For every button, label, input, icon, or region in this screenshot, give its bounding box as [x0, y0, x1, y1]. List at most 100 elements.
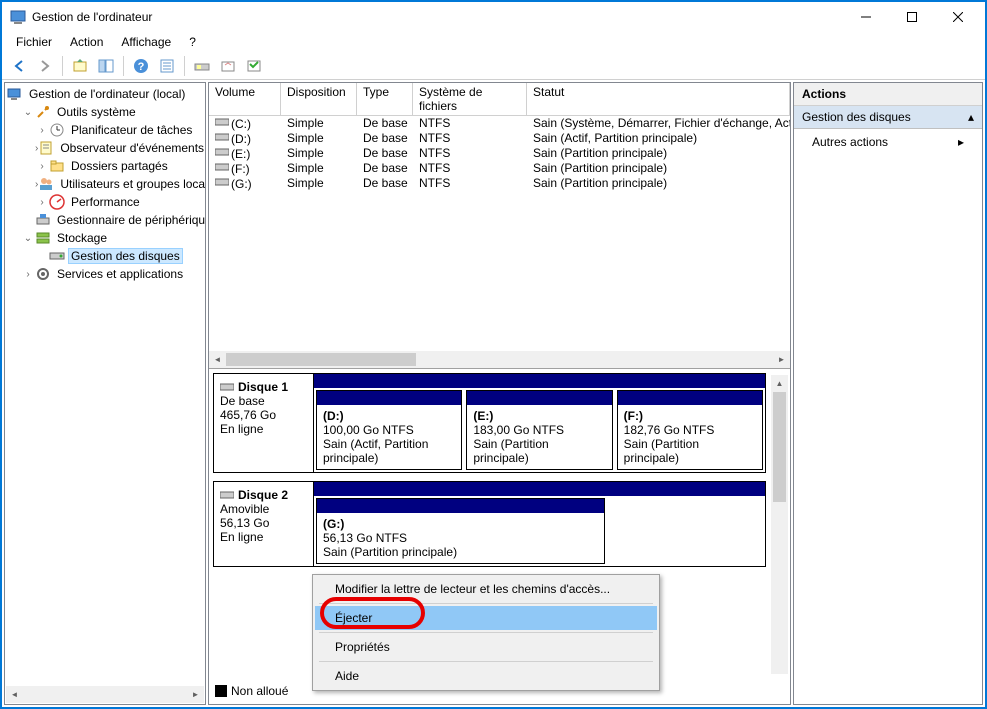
- clock-icon: [49, 122, 65, 138]
- disk-header-bar: [314, 374, 765, 388]
- tree-local-users[interactable]: › Utilisateurs et groupes locaux: [7, 175, 203, 193]
- expander-open-icon[interactable]: ⌄: [21, 233, 35, 244]
- scroll-left-icon[interactable]: ◄: [209, 351, 226, 368]
- scroll-up-icon[interactable]: ▲: [771, 375, 788, 392]
- menu-action[interactable]: Action: [62, 33, 111, 51]
- tree-shared-folders[interactable]: › Dossiers partagés: [7, 157, 203, 175]
- tree-services[interactable]: › Services et applications: [7, 265, 203, 283]
- drive-icon: [215, 146, 231, 158]
- tree-disk-management[interactable]: Gestion des disques: [7, 247, 203, 265]
- tree-system-tools[interactable]: ⌄ Outils système: [7, 103, 203, 121]
- partition-header-bar: [618, 391, 762, 405]
- window-title: Gestion de l'ordinateur: [32, 10, 843, 24]
- tree-storage[interactable]: ⌄ Stockage: [7, 229, 203, 247]
- scroll-right-icon[interactable]: ►: [773, 351, 790, 368]
- back-button[interactable]: [8, 55, 30, 77]
- show-hide-tree-button[interactable]: [95, 55, 117, 77]
- disk-partition[interactable]: (E:)183,00 Go NTFSSain (Partition princi…: [466, 390, 612, 470]
- col-filesystem[interactable]: Système de fichiers: [413, 83, 527, 115]
- storage-icon: [35, 230, 51, 246]
- scrollbar-thumb[interactable]: [773, 392, 786, 502]
- menu-separator: [319, 632, 653, 633]
- col-status[interactable]: Statut: [527, 83, 790, 115]
- properties-button[interactable]: [156, 55, 178, 77]
- menu-view[interactable]: Affichage: [113, 33, 179, 51]
- context-properties[interactable]: Propriétés: [315, 635, 657, 659]
- volume-row[interactable]: (E:)SimpleDe baseNTFSSain (Partition pri…: [209, 146, 790, 161]
- volume-horizontal-scrollbar[interactable]: ◄ ►: [209, 351, 790, 368]
- legend-label: Non alloué: [231, 684, 288, 698]
- col-type[interactable]: Type: [357, 83, 413, 115]
- expander-open-icon[interactable]: ⌄: [21, 107, 35, 118]
- volume-row[interactable]: (C:)SimpleDe baseNTFSSain (Système, Déma…: [209, 116, 790, 131]
- minimize-button[interactable]: [843, 2, 889, 32]
- expander-closed-icon[interactable]: ›: [35, 125, 49, 136]
- event-icon: [38, 140, 54, 156]
- list-view-button[interactable]: [243, 55, 265, 77]
- help-button[interactable]: ?: [130, 55, 152, 77]
- folder-icon: [49, 158, 65, 174]
- expander-closed-icon[interactable]: ›: [35, 161, 49, 172]
- disk-partition[interactable]: (D:)100,00 Go NTFSSain (Actif, Partition…: [316, 390, 462, 470]
- tree-device-manager[interactable]: Gestionnaire de périphériques: [7, 211, 203, 229]
- services-icon: [35, 266, 51, 282]
- forward-button[interactable]: [34, 55, 56, 77]
- tree-horizontal-scrollbar[interactable]: ◄ ►: [6, 686, 204, 703]
- volume-row[interactable]: (F:)SimpleDe baseNTFSSain (Partition pri…: [209, 161, 790, 176]
- scroll-right-icon[interactable]: ►: [187, 686, 204, 703]
- disk-partitions: (G:)56,13 Go NTFSSain (Partition princip…: [314, 482, 765, 566]
- app-icon: [10, 9, 26, 25]
- partition-header-bar: [317, 499, 604, 513]
- disk-view-button[interactable]: [191, 55, 213, 77]
- scroll-left-icon[interactable]: ◄: [6, 686, 23, 703]
- disk-row: Disque 1De base465,76 GoEn ligne(D:)100,…: [213, 373, 766, 473]
- disk-label[interactable]: Disque 2Amovible56,13 GoEn ligne: [214, 482, 314, 566]
- scrollbar-thumb[interactable]: [226, 353, 416, 366]
- drive-icon: [215, 161, 231, 173]
- refresh-button[interactable]: [217, 55, 239, 77]
- drive-icon: [215, 131, 231, 143]
- disk-vertical-scrollbar[interactable]: ▲: [771, 375, 788, 674]
- actions-panel: Actions Gestion des disques ▴ Autres act…: [793, 82, 983, 705]
- disk-partitions: (D:)100,00 Go NTFSSain (Actif, Partition…: [314, 374, 765, 472]
- tree-event-viewer[interactable]: › Observateur d'événements: [7, 139, 203, 157]
- performance-icon: [49, 194, 65, 210]
- disk-label[interactable]: Disque 1De base465,76 GoEn ligne: [214, 374, 314, 472]
- col-layout[interactable]: Disposition: [281, 83, 357, 115]
- menu-separator: [319, 661, 653, 662]
- maximize-button[interactable]: [889, 2, 935, 32]
- expander-closed-icon[interactable]: ›: [35, 197, 49, 208]
- device-icon: [35, 212, 51, 228]
- tree-task-scheduler[interactable]: › Planificateur de tâches: [7, 121, 203, 139]
- menu-help[interactable]: ?: [181, 33, 204, 51]
- expander-closed-icon[interactable]: ›: [21, 269, 35, 280]
- disk-icon: [49, 248, 65, 264]
- window-controls: [843, 2, 981, 32]
- tree-performance[interactable]: › Performance: [7, 193, 203, 211]
- tree-panel: Gestion de l'ordinateur (local) ⌄ Outils…: [4, 82, 206, 705]
- up-button[interactable]: [69, 55, 91, 77]
- context-eject[interactable]: Éjecter: [315, 606, 657, 630]
- legend: Non alloué: [215, 684, 288, 698]
- tree-root[interactable]: Gestion de l'ordinateur (local): [7, 85, 203, 103]
- disk-partition[interactable]: (G:)56,13 Go NTFSSain (Partition princip…: [316, 498, 605, 564]
- volume-row[interactable]: (D:)SimpleDe baseNTFSSain (Actif, Partit…: [209, 131, 790, 146]
- disk-partition[interactable]: (F:)182,76 Go NTFSSain (Partition princi…: [617, 390, 763, 470]
- title-bar: Gestion de l'ordinateur: [2, 2, 985, 32]
- chevron-right-icon: ▸: [958, 135, 964, 149]
- collapse-icon[interactable]: ▴: [968, 110, 974, 124]
- partition-header-bar: [317, 391, 461, 405]
- users-icon: [38, 176, 54, 192]
- volume-header: Volume Disposition Type Système de fichi…: [209, 83, 790, 116]
- context-help[interactable]: Aide: [315, 664, 657, 688]
- volume-row[interactable]: (G:)SimpleDe baseNTFSSain (Partition pri…: [209, 176, 790, 191]
- legend-swatch-unallocated: [215, 685, 227, 697]
- computer-icon: [7, 86, 23, 102]
- actions-section[interactable]: Gestion des disques ▴: [794, 106, 982, 129]
- close-button[interactable]: [935, 2, 981, 32]
- col-volume[interactable]: Volume: [209, 83, 281, 115]
- disk-row: Disque 2Amovible56,13 GoEn ligne(G:)56,1…: [213, 481, 766, 567]
- menu-file[interactable]: Fichier: [8, 33, 60, 51]
- actions-other[interactable]: Autres actions ▸: [794, 129, 982, 155]
- context-change-letter[interactable]: Modifier la lettre de lecteur et les che…: [315, 577, 657, 601]
